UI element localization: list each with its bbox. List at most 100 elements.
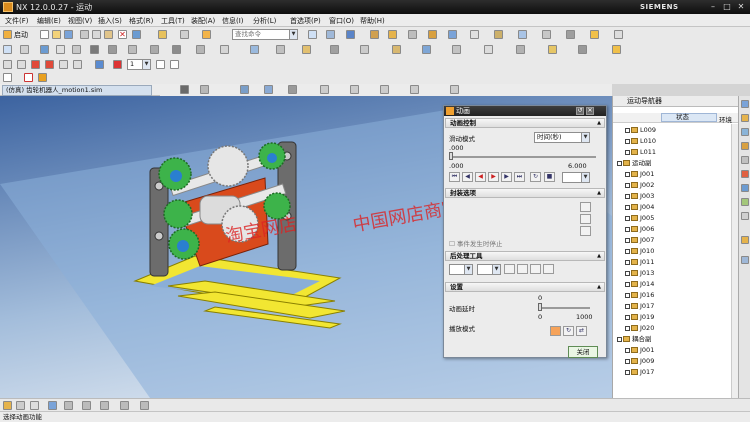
loop-button[interactable]: ↻ bbox=[530, 172, 541, 182]
visibility-checkbox[interactable] bbox=[625, 149, 630, 155]
column-status[interactable]: 状态 bbox=[661, 113, 717, 122]
redo-icon[interactable] bbox=[38, 73, 47, 82]
selection-icon[interactable] bbox=[158, 30, 167, 39]
minimize-icon[interactable]: – bbox=[706, 1, 720, 13]
playback-options-select[interactable]: ▼ bbox=[562, 172, 590, 183]
face-icon[interactable] bbox=[196, 45, 205, 54]
explode-mode-select[interactable]: ▼ bbox=[477, 264, 501, 275]
loop-mode-button[interactable]: ↻ bbox=[563, 326, 574, 336]
menu-assembly[interactable]: 装配(A) bbox=[191, 16, 215, 26]
navigator-row[interactable]: J002 bbox=[613, 180, 731, 191]
solver-icon[interactable] bbox=[614, 30, 623, 39]
navigator-row[interactable]: J007 bbox=[613, 235, 731, 246]
iso-view-icon[interactable] bbox=[240, 85, 249, 94]
result-icon[interactable] bbox=[612, 45, 621, 54]
menu-edit[interactable]: 编辑(E) bbox=[37, 16, 61, 26]
step-back-button[interactable]: ◀ bbox=[462, 172, 473, 182]
navigator-row[interactable]: L009 bbox=[613, 125, 731, 136]
navigator-row[interactable]: J010 bbox=[613, 246, 731, 257]
menu-analysis[interactable]: 分析(L) bbox=[253, 16, 276, 26]
export-icon[interactable] bbox=[578, 45, 587, 54]
visibility-checkbox[interactable] bbox=[625, 237, 630, 243]
trace-button[interactable] bbox=[504, 264, 515, 274]
menu-preferences[interactable]: 首选项(P) bbox=[290, 16, 321, 26]
motion-navigator-icon[interactable] bbox=[741, 236, 749, 244]
spline-icon[interactable] bbox=[380, 85, 389, 94]
new-file-icon[interactable] bbox=[40, 30, 49, 39]
delay-slider-handle[interactable] bbox=[538, 303, 542, 311]
deselect-icon[interactable] bbox=[24, 73, 33, 82]
interference-button[interactable] bbox=[543, 264, 554, 274]
first-frame-button[interactable]: ⏮ bbox=[449, 172, 460, 182]
command-finder-icon[interactable] bbox=[202, 30, 211, 39]
play-once-button[interactable] bbox=[550, 326, 561, 336]
navigator-row[interactable]: J011 bbox=[613, 257, 731, 268]
fit-icon[interactable] bbox=[200, 85, 209, 94]
constraint-navigator-icon[interactable] bbox=[741, 142, 749, 150]
link-icon[interactable] bbox=[494, 30, 503, 39]
render-icon[interactable] bbox=[264, 85, 273, 94]
endpoint-icon[interactable] bbox=[56, 45, 65, 54]
navigator-row[interactable]: J017 bbox=[613, 367, 731, 378]
play-back-icon[interactable] bbox=[31, 60, 40, 69]
time-slider-handle[interactable] bbox=[449, 152, 453, 160]
reuse-library-icon[interactable] bbox=[741, 156, 749, 164]
play-icon[interactable] bbox=[45, 60, 54, 69]
layer-icon[interactable] bbox=[388, 30, 397, 39]
intersection-icon[interactable] bbox=[108, 45, 117, 54]
trace-mode-select[interactable]: ▼ bbox=[449, 264, 473, 275]
curve-rule-icon[interactable] bbox=[120, 401, 129, 410]
visibility-checkbox[interactable] bbox=[625, 303, 630, 309]
visibility-checkbox[interactable] bbox=[625, 281, 630, 287]
navigator-row[interactable]: J006 bbox=[613, 224, 731, 235]
navigator-row[interactable]: J001 bbox=[613, 169, 731, 180]
follow-button[interactable] bbox=[530, 264, 541, 274]
navigator-row[interactable]: L010 bbox=[613, 136, 731, 147]
constraint-icon[interactable] bbox=[516, 45, 525, 54]
quadrant-icon[interactable] bbox=[128, 45, 137, 54]
close-icon[interactable]: ✕ bbox=[586, 107, 594, 115]
tangent-icon[interactable] bbox=[150, 45, 159, 54]
step-back-icon[interactable] bbox=[17, 60, 26, 69]
shaded-icon[interactable] bbox=[346, 30, 355, 39]
visibility-checkbox[interactable] bbox=[625, 226, 630, 232]
copy-icon[interactable] bbox=[92, 30, 101, 39]
view-orient-icon[interactable] bbox=[308, 30, 317, 39]
layer-filter-icon[interactable] bbox=[30, 401, 39, 410]
navigator-row[interactable]: J014 bbox=[613, 279, 731, 290]
start-button[interactable]: 启动 bbox=[14, 30, 28, 40]
sketch-icon[interactable] bbox=[410, 85, 419, 94]
visibility-checkbox[interactable] bbox=[625, 171, 630, 177]
menu-view[interactable]: 视图(V) bbox=[68, 16, 92, 26]
window-layout-icon[interactable] bbox=[180, 30, 189, 39]
graph-icon[interactable] bbox=[548, 45, 557, 54]
driver-icon[interactable] bbox=[590, 30, 599, 39]
system-materials-icon[interactable] bbox=[741, 212, 749, 220]
gear-couple-icon[interactable] bbox=[542, 30, 551, 39]
measure-icon[interactable] bbox=[428, 30, 437, 39]
slide-mode-select[interactable]: 时间(秒) ▼ bbox=[534, 132, 590, 143]
visibility-checkbox[interactable] bbox=[625, 292, 630, 298]
navigator-row[interactable]: J016 bbox=[613, 290, 731, 301]
navigator-row[interactable]: J003 bbox=[613, 191, 731, 202]
stop-icon[interactable] bbox=[113, 60, 122, 69]
trace-icon[interactable] bbox=[156, 60, 165, 69]
package-list-button-3[interactable] bbox=[580, 226, 591, 236]
section-package-options[interactable]: 封装选项 ▲ bbox=[445, 188, 605, 198]
first-frame-icon[interactable] bbox=[3, 60, 12, 69]
navigator-row[interactable]: J009 bbox=[613, 356, 731, 367]
section-settings[interactable]: 设置 ▲ bbox=[445, 282, 605, 292]
select-filter-icon[interactable] bbox=[3, 401, 12, 410]
snap-icon[interactable] bbox=[448, 30, 457, 39]
marker-icon[interactable] bbox=[250, 45, 259, 54]
visibility-checkbox[interactable] bbox=[625, 193, 630, 199]
render-style-icon[interactable] bbox=[326, 30, 335, 39]
open-folder-icon[interactable] bbox=[52, 30, 61, 39]
select-all-icon[interactable] bbox=[3, 73, 12, 82]
cable-icon[interactable] bbox=[422, 45, 431, 54]
navigator-row[interactable]: J004 bbox=[613, 202, 731, 213]
curve-icon[interactable] bbox=[172, 45, 181, 54]
menu-insert[interactable]: 插入(S) bbox=[98, 16, 122, 26]
resource-nav-icon[interactable] bbox=[741, 100, 749, 108]
play-backward-button[interactable]: ◀ bbox=[475, 172, 486, 182]
